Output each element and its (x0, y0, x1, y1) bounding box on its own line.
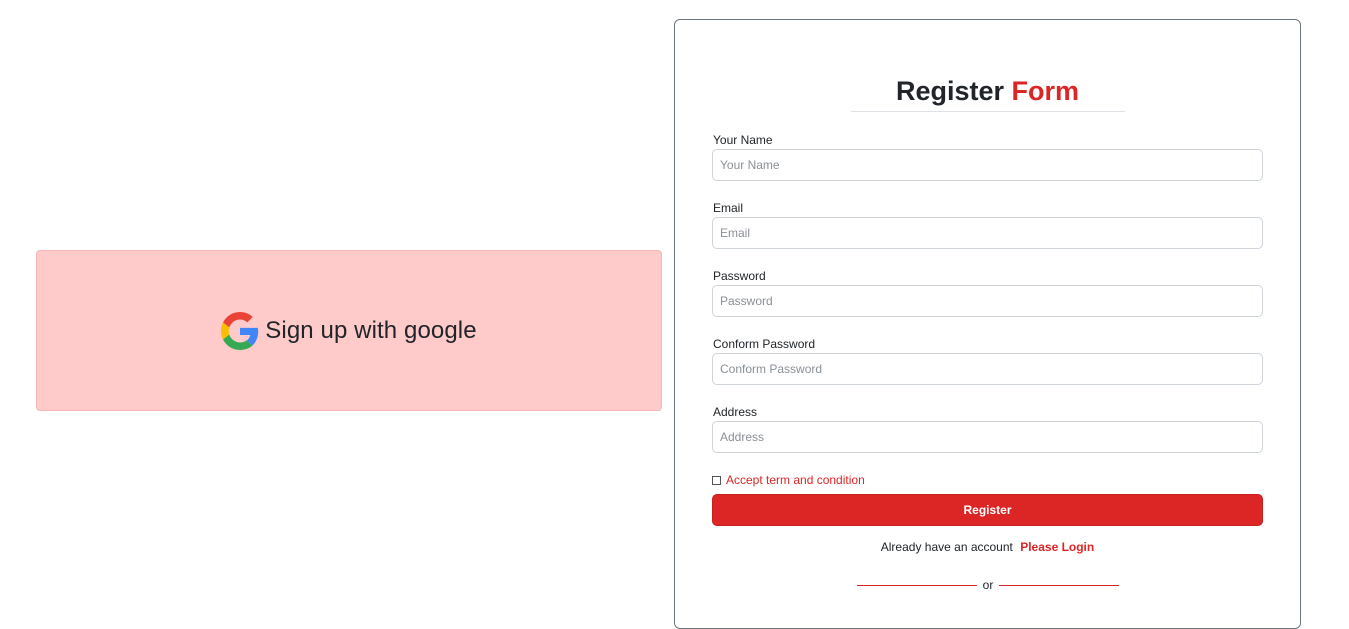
form-title: Register Form (675, 76, 1300, 107)
or-divider-line-right (999, 584, 1120, 586)
form-title-accent: Form (1011, 76, 1080, 106)
terms-checkbox[interactable] (712, 475, 721, 485)
address-input[interactable] (712, 421, 1263, 453)
or-divider-text: or (982, 578, 994, 592)
register-form-card: Register Form Your Name Email Password C… (674, 19, 1301, 629)
name-input[interactable] (712, 149, 1263, 181)
name-label: Your Name (713, 133, 773, 147)
or-divider: or (856, 577, 1120, 593)
login-link[interactable]: Please Login (1020, 540, 1094, 554)
confirm-password-label: Conform Password (713, 337, 816, 351)
password-input[interactable] (712, 285, 1263, 317)
title-divider (851, 111, 1125, 112)
register-button[interactable]: Register (712, 494, 1263, 526)
login-prompt-text: Already have an account (880, 540, 1013, 554)
email-label: Email (713, 201, 744, 215)
terms-row: Accept term and condition (712, 473, 865, 487)
email-input[interactable] (712, 217, 1263, 249)
google-g-icon (221, 311, 259, 350)
confirm-password-input[interactable] (712, 353, 1263, 385)
login-prompt-row: Already have an account Please Login (675, 540, 1300, 554)
password-label: Password (713, 269, 766, 283)
or-divider-line-left (856, 584, 977, 586)
google-signup-button[interactable]: Sign up with google (36, 250, 662, 411)
address-label: Address (713, 405, 758, 419)
form-title-main: Register (895, 76, 1005, 106)
terms-label[interactable]: Accept term and condition (726, 473, 865, 487)
google-signup-label: Sign up with google (265, 316, 477, 344)
